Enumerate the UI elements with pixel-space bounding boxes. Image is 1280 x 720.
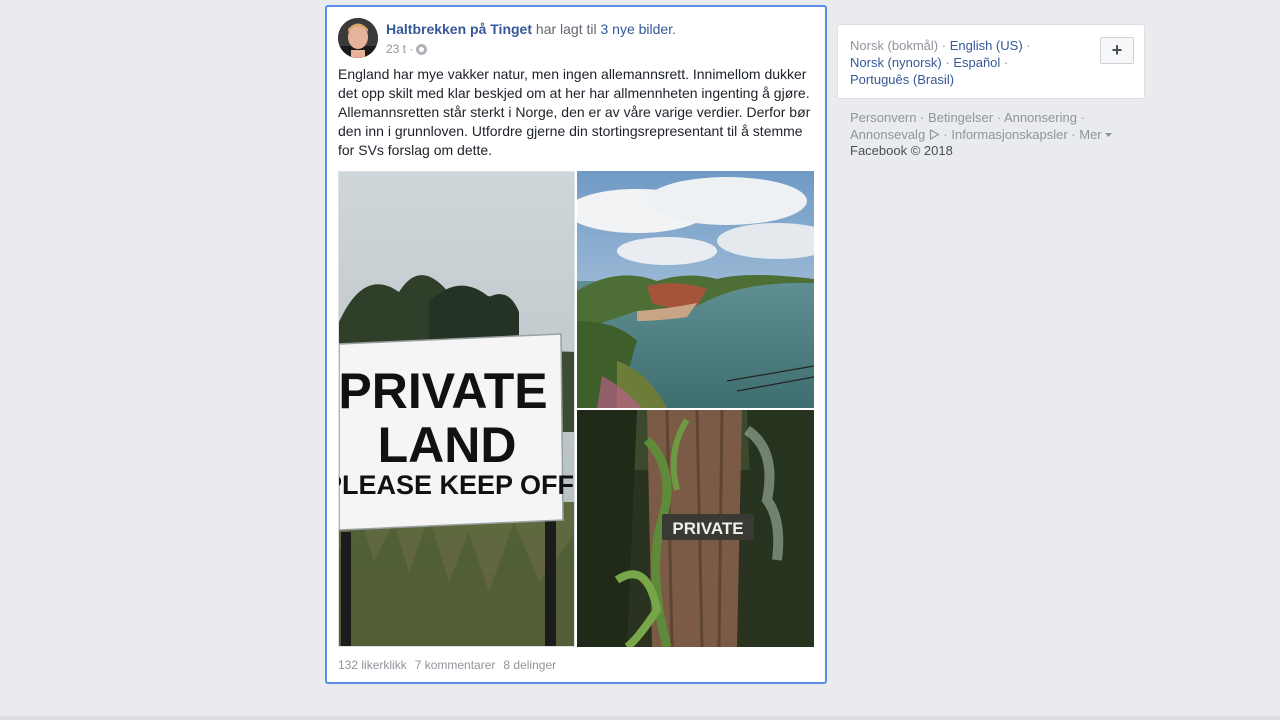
post-card: Haltbrekken på Tinget har lagt til 3 nye… xyxy=(325,5,827,684)
headline-period: . xyxy=(672,21,676,37)
sign-line-1: PRIVATE xyxy=(339,363,548,419)
language-option-nynorsk[interactable]: Norsk (nynorsk) xyxy=(850,55,942,70)
action-text: har lagt til xyxy=(532,21,601,37)
globe-icon[interactable] xyxy=(416,43,428,55)
photo-tree-private-sign[interactable]: PRIVATE xyxy=(577,410,814,647)
likes-count[interactable]: 132 likerklikk xyxy=(338,658,407,672)
caret-down-icon[interactable] xyxy=(1105,133,1113,138)
footer-link-adchoices[interactable]: Annonsevalg xyxy=(850,127,925,142)
adchoices-icon xyxy=(929,128,940,141)
language-list: Norsk (bokmål) · English (US) · Norsk (n… xyxy=(850,38,1031,87)
language-option-english[interactable]: English (US) xyxy=(950,38,1023,53)
shares-count[interactable]: 8 delinger xyxy=(503,658,556,672)
language-option-espanol[interactable]: Español xyxy=(953,55,1000,70)
footer-link-terms[interactable]: Betingelser xyxy=(928,110,993,125)
photos-link[interactable]: 3 nye bilder xyxy=(601,21,673,37)
language-selector-box: Norsk (bokmål) · English (US) · Norsk (n… xyxy=(837,24,1145,99)
author-avatar[interactable] xyxy=(338,18,378,58)
sign-line-3: PLEASE KEEP OFF xyxy=(339,470,574,500)
footer-link-privacy[interactable]: Personvern xyxy=(850,110,916,125)
photo-grid: PRIVATE LAND PLEASE KEEP OFF PRIVATE xyxy=(338,171,815,648)
footer-link-cookies[interactable]: Informasjonskapsler xyxy=(951,127,1067,142)
timestamp-link[interactable]: 23 t · xyxy=(386,42,413,56)
post-headline: Haltbrekken på Tinget har lagt til 3 nye… xyxy=(386,21,676,37)
post-text: England har mye vakker natur, men ingen … xyxy=(338,66,811,158)
bottom-edge xyxy=(0,716,1280,720)
footer-link-advertising[interactable]: Annonsering xyxy=(1004,110,1077,125)
current-language: Norsk (bokmål) xyxy=(850,38,939,53)
photo-coastline[interactable] xyxy=(577,171,814,408)
sign-line-2: LAND xyxy=(378,417,517,473)
post-meta: 23 t · xyxy=(386,42,428,56)
author-name-link[interactable]: Haltbrekken på Tinget xyxy=(386,21,532,37)
add-language-button[interactable]: + xyxy=(1100,37,1134,64)
tree-sign-text: PRIVATE xyxy=(672,519,743,538)
comments-count[interactable]: 7 kommentarer xyxy=(415,658,496,672)
footer-link-more[interactable]: Mer xyxy=(1079,127,1101,142)
language-option-portugues[interactable]: Português (Brasil) xyxy=(850,72,954,87)
footer-links: Personvern · Betingelser · Annonsering ·… xyxy=(850,109,1140,143)
photo-private-land-sign[interactable]: PRIVATE LAND PLEASE KEEP OFF xyxy=(338,171,575,647)
copyright-text: Facebook © 2018 xyxy=(850,143,953,158)
post-header: Haltbrekken på Tinget har lagt til 3 nye… xyxy=(338,18,814,60)
post-stats: 132 likerklikk 7 kommentarer 8 delinger xyxy=(338,658,556,672)
